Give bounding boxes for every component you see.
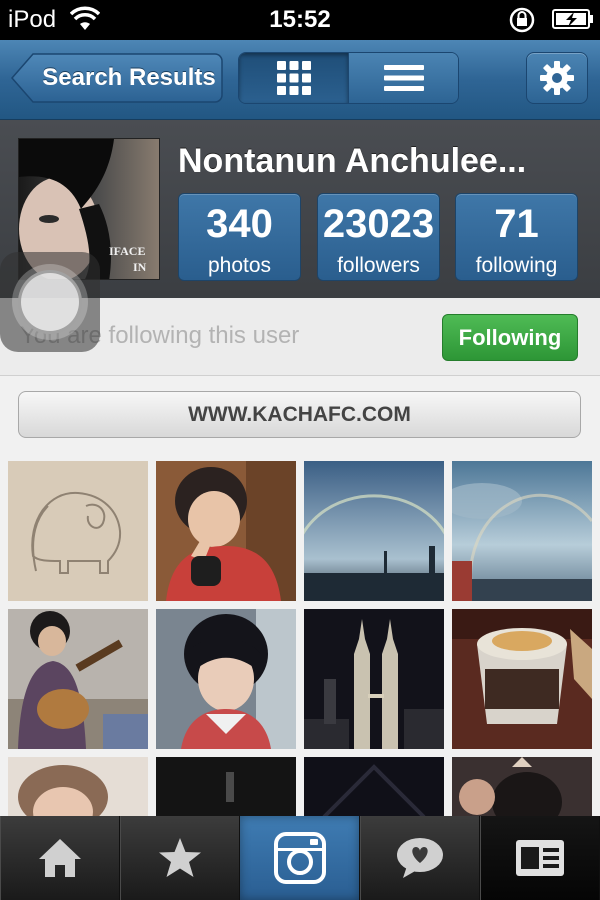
tab-popular[interactable] (120, 816, 240, 900)
photo-thumbnail[interactable] (452, 461, 592, 601)
photo-car-selfie (156, 609, 296, 749)
photo-thumbnail[interactable] (156, 757, 296, 820)
assistive-touch-dot (18, 270, 82, 334)
tab-profile[interactable] (480, 816, 600, 900)
stat-following-value: 71 (494, 202, 539, 246)
list-view-icon (383, 65, 424, 91)
stat-followers-label: followers (337, 254, 420, 277)
battery-charging-icon (552, 9, 593, 29)
list-view-button[interactable] (348, 53, 458, 103)
photo-elephant-sketch (8, 461, 148, 601)
stat-following[interactable]: 71 following (455, 193, 578, 281)
view-toggle (238, 52, 459, 104)
photo-coffee-cup-smile (452, 609, 592, 749)
stat-followers-value: 23023 (322, 202, 435, 246)
photo-dark-room (156, 757, 296, 820)
stat-photos[interactable]: 340 photos (178, 193, 301, 281)
photo-thumbnail[interactable] (304, 609, 444, 749)
website-link-button[interactable]: WWW.KACHAFC.COM (18, 391, 581, 438)
camera-icon (273, 832, 326, 884)
photo-petronas-towers-night (304, 609, 444, 749)
avatar-watermark-line-2: IN (133, 260, 147, 274)
nav-bar: Search Results (0, 40, 600, 120)
photo-thumbnail[interactable] (304, 461, 444, 601)
tab-bar (0, 816, 600, 900)
photo-thumbnail[interactable] (452, 609, 592, 749)
stat-photos-label: photos (207, 254, 272, 277)
photo-thumbnail[interactable] (156, 609, 296, 749)
photo-rainbow-sky-2 (452, 461, 592, 601)
status-bar: iPod 15:52 (0, 0, 600, 40)
avatar-watermark-line-1: IFACE (109, 244, 146, 258)
gear-icon (540, 61, 574, 95)
back-button[interactable]: Search Results (11, 52, 223, 104)
photo-selfie-peace-sign (156, 461, 296, 601)
photo-thumbnail[interactable] (8, 757, 148, 820)
tab-home[interactable] (0, 816, 120, 900)
rotation-lock-icon (509, 7, 535, 33)
tab-camera[interactable] (240, 816, 360, 900)
photo-thumbnail[interactable] (304, 757, 444, 820)
heart-bubble-icon (396, 838, 443, 878)
settings-button[interactable] (526, 52, 588, 104)
photo-thumbnail[interactable] (452, 757, 592, 820)
avatar-watermark: IFACE IN (109, 243, 159, 275)
star-icon (158, 838, 201, 877)
username: Nontanun Anchulee... (178, 142, 527, 180)
stat-followers[interactable]: 23023 followers (317, 193, 440, 281)
grid-view-icon (276, 61, 311, 95)
back-button-label: Search Results (42, 64, 216, 91)
photo-dark-night (304, 757, 444, 820)
photo-crowd-selfie (452, 757, 592, 820)
photo-guitar-player (8, 609, 148, 749)
profile-card-icon (515, 840, 564, 876)
photo-grid (0, 453, 600, 820)
photo-portrait-partial (8, 757, 148, 820)
photo-rainbow-sky-1 (304, 461, 444, 601)
following-button[interactable]: Following (442, 314, 578, 361)
photo-thumbnail[interactable] (8, 609, 148, 749)
photo-thumbnail[interactable] (8, 461, 148, 601)
assistive-touch-button[interactable] (0, 252, 100, 352)
grid-view-button[interactable] (239, 53, 348, 103)
tab-news[interactable] (360, 816, 480, 900)
photo-thumbnail[interactable] (156, 461, 296, 601)
stat-following-label: following (475, 254, 558, 277)
home-icon (38, 839, 81, 877)
stat-photos-value: 340 (206, 202, 273, 246)
